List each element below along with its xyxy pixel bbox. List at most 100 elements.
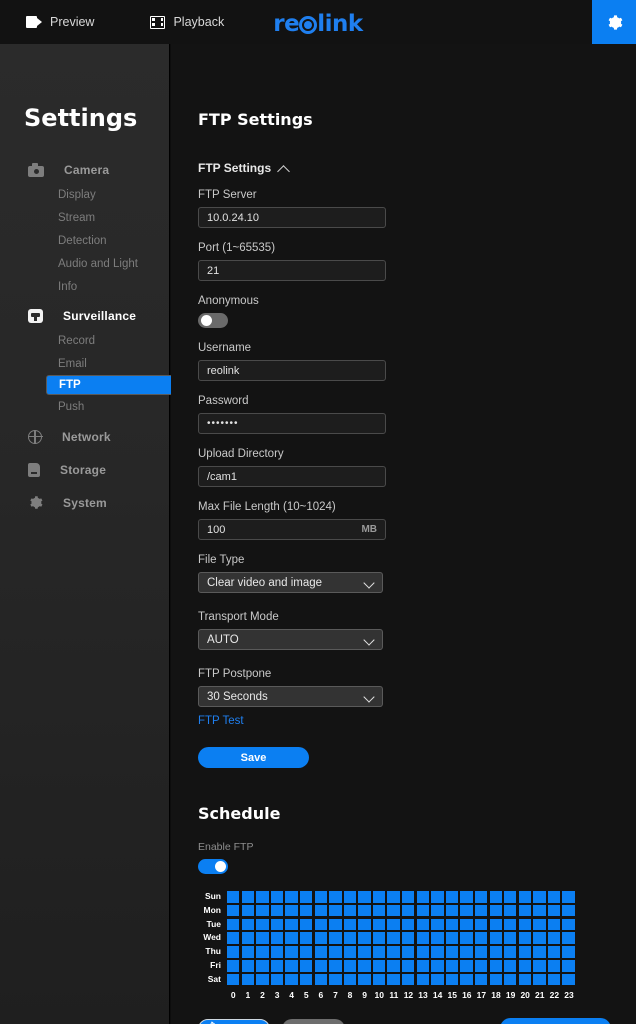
schedule-cell[interactable] <box>372 904 386 917</box>
schedule-cell[interactable] <box>387 932 400 945</box>
schedule-cell[interactable] <box>227 918 240 931</box>
schedule-cell[interactable] <box>562 973 575 986</box>
input-port[interactable]: 21 <box>198 260 386 281</box>
schedule-cell[interactable] <box>547 973 561 986</box>
schedule-cell[interactable] <box>533 904 546 917</box>
schedule-cell[interactable] <box>416 960 429 972</box>
schedule-cell[interactable] <box>241 918 255 931</box>
select-ftp-postpone[interactable]: 30 Seconds <box>198 686 383 707</box>
schedule-cell[interactable] <box>402 918 415 931</box>
schedule-cell[interactable] <box>299 946 313 958</box>
schedule-cell[interactable] <box>299 904 313 917</box>
schedule-cell[interactable] <box>489 918 502 931</box>
schedule-cell[interactable] <box>372 918 386 931</box>
schedule-cell[interactable] <box>387 973 400 986</box>
schedule-cell[interactable] <box>431 960 444 972</box>
schedule-cell[interactable] <box>343 932 357 945</box>
schedule-cell[interactable] <box>329 946 342 958</box>
sidebar-item-email[interactable]: Email <box>0 352 169 375</box>
schedule-cell[interactable] <box>256 918 269 931</box>
section-header-ftp-settings[interactable]: FTP Settings <box>198 161 636 175</box>
schedule-cell[interactable] <box>402 932 415 945</box>
toggle-enable-ftp[interactable] <box>198 859 228 874</box>
schedule-cell[interactable] <box>343 904 357 917</box>
schedule-cell[interactable] <box>518 973 532 986</box>
schedule-cell[interactable] <box>256 973 269 986</box>
schedule-cell[interactable] <box>343 891 357 903</box>
schedule-cell[interactable] <box>241 946 255 958</box>
sidebar-item-network[interactable]: Network <box>0 423 169 450</box>
schedule-cell[interactable] <box>547 960 561 972</box>
schedule-cell[interactable] <box>431 946 444 958</box>
schedule-cell[interactable] <box>431 891 444 903</box>
settings-gear-button[interactable] <box>592 0 636 44</box>
schedule-cell[interactable] <box>504 946 517 958</box>
schedule-cell[interactable] <box>372 946 386 958</box>
input-upload-directory[interactable]: /cam1 <box>198 466 386 487</box>
schedule-cell[interactable] <box>387 904 400 917</box>
schedule-cell[interactable] <box>489 973 502 986</box>
schedule-cell[interactable] <box>431 918 444 931</box>
schedule-cell[interactable] <box>372 932 386 945</box>
schedule-cell[interactable] <box>285 932 298 945</box>
schedule-cell[interactable] <box>445 904 459 917</box>
schedule-cell[interactable] <box>343 960 357 972</box>
sidebar-item-display[interactable]: Display <box>0 183 169 206</box>
sidebar-item-detection[interactable]: Detection <box>0 229 169 252</box>
schedule-cell[interactable] <box>445 946 459 958</box>
schedule-cell[interactable] <box>314 891 327 903</box>
schedule-cell[interactable] <box>285 973 298 986</box>
schedule-cell[interactable] <box>329 960 342 972</box>
schedule-cell[interactable] <box>489 932 502 945</box>
schedule-cell[interactable] <box>547 891 561 903</box>
schedule-cell[interactable] <box>489 891 502 903</box>
schedule-cell[interactable] <box>547 932 561 945</box>
input-max-file-length[interactable]: 100 MB <box>198 519 386 540</box>
select-transport-mode[interactable]: AUTO <box>198 629 383 650</box>
schedule-cell[interactable] <box>474 946 488 958</box>
schedule-cell[interactable] <box>343 946 357 958</box>
schedule-cell[interactable] <box>358 946 371 958</box>
button-motion[interactable]: Motion <box>198 1018 270 1024</box>
schedule-cell[interactable] <box>416 904 429 917</box>
schedule-cell[interactable] <box>547 904 561 917</box>
schedule-cell[interactable] <box>314 973 327 986</box>
schedule-cell[interactable] <box>270 973 284 986</box>
save-button-ftp[interactable]: Save <box>198 747 309 768</box>
schedule-cell[interactable] <box>372 960 386 972</box>
schedule-cell[interactable] <box>518 904 532 917</box>
schedule-cell[interactable] <box>256 891 269 903</box>
schedule-cell[interactable] <box>358 973 371 986</box>
schedule-cell[interactable] <box>445 918 459 931</box>
schedule-cell[interactable] <box>460 960 473 972</box>
schedule-cell[interactable] <box>270 891 284 903</box>
schedule-cell[interactable] <box>314 904 327 917</box>
schedule-cell[interactable] <box>358 932 371 945</box>
schedule-cell[interactable] <box>460 904 473 917</box>
schedule-cell[interactable] <box>241 891 255 903</box>
schedule-cell[interactable] <box>314 946 327 958</box>
schedule-cell[interactable] <box>504 918 517 931</box>
sidebar-item-surveillance[interactable]: Surveillance <box>0 302 169 329</box>
schedule-cell[interactable] <box>241 960 255 972</box>
toggle-anonymous[interactable] <box>198 313 228 328</box>
schedule-cell[interactable] <box>402 960 415 972</box>
schedule-cell[interactable] <box>460 918 473 931</box>
schedule-cell[interactable] <box>460 973 473 986</box>
schedule-cell[interactable] <box>329 973 342 986</box>
schedule-cell[interactable] <box>416 946 429 958</box>
schedule-cell[interactable] <box>431 932 444 945</box>
button-none[interactable]: None <box>281 1018 345 1024</box>
schedule-cell[interactable] <box>460 946 473 958</box>
schedule-cell[interactable] <box>562 891 575 903</box>
schedule-cell[interactable] <box>299 932 313 945</box>
schedule-cell[interactable] <box>416 932 429 945</box>
schedule-cell[interactable] <box>270 904 284 917</box>
schedule-cell[interactable] <box>474 960 488 972</box>
schedule-cell[interactable] <box>416 918 429 931</box>
schedule-cell[interactable] <box>256 932 269 945</box>
schedule-cell[interactable] <box>416 973 429 986</box>
schedule-cell[interactable] <box>227 973 240 986</box>
schedule-cell[interactable] <box>241 904 255 917</box>
schedule-cell[interactable] <box>533 973 546 986</box>
